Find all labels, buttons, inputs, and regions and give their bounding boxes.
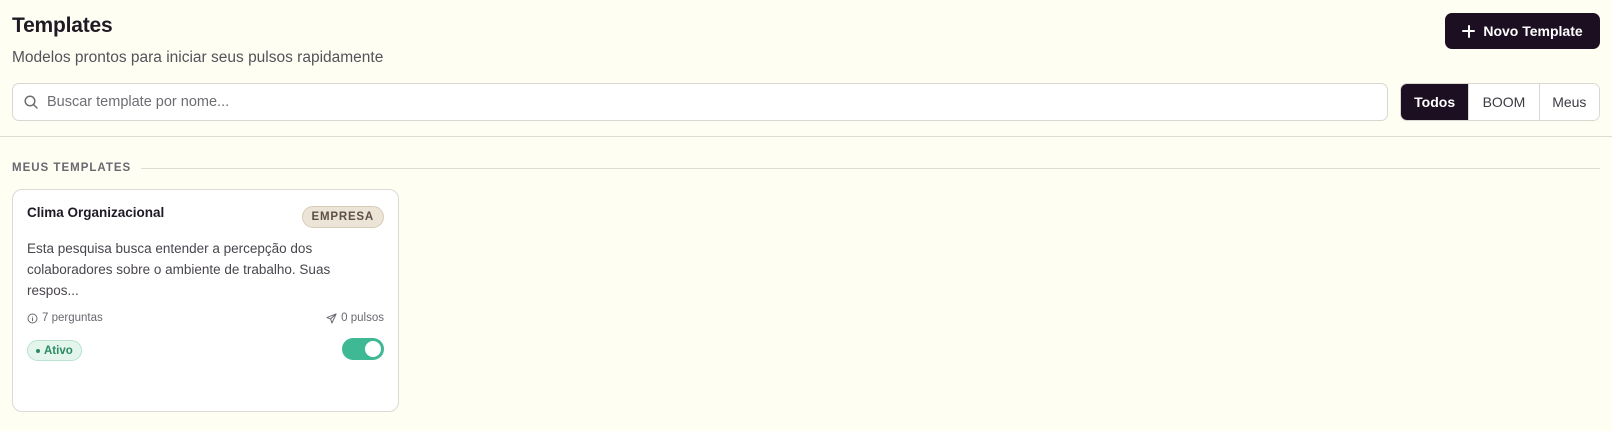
section-title: MEUS TEMPLATES <box>12 162 132 174</box>
new-template-button-label: Novo Template <box>1483 23 1583 39</box>
questions-count-label: 7 perguntas <box>42 312 103 324</box>
template-type-badge: EMPRESA <box>301 206 384 228</box>
toolbar: Todos BOOM Meus <box>12 83 1600 121</box>
filter-segmented-control: Todos BOOM Meus <box>1400 83 1600 121</box>
status-badge: Ativo <box>27 340 82 361</box>
page-subtitle: Modelos prontos para iniciar seus pulsos… <box>12 49 384 66</box>
pulses-count: 0 pulsos <box>326 312 384 324</box>
questions-count: 7 perguntas <box>27 312 103 324</box>
filter-meus-button[interactable]: Meus <box>1538 84 1599 120</box>
search-input[interactable] <box>47 94 1387 110</box>
header-divider <box>0 136 1612 137</box>
search-icon <box>24 95 38 109</box>
info-circle-icon <box>27 313 38 323</box>
filter-boom-button[interactable]: BOOM <box>1468 84 1539 120</box>
page-title: Templates <box>12 14 113 37</box>
section-divider <box>141 167 1600 169</box>
template-card-title: Clima Organizacional <box>27 205 165 220</box>
toggle-knob <box>365 341 381 357</box>
section-header: MEUS TEMPLATES <box>12 161 1600 175</box>
new-template-button[interactable]: Novo Template <box>1445 13 1600 49</box>
pulses-count-label: 0 pulsos <box>341 312 384 324</box>
send-icon <box>326 312 337 324</box>
template-active-toggle[interactable] <box>342 338 384 360</box>
status-badge-label: Ativo <box>44 344 73 357</box>
status-dot <box>36 348 40 353</box>
page-header: Templates Modelos prontos para iniciar s… <box>12 13 1600 73</box>
template-card-description: Esta pesquisa busca entender a percepção… <box>27 241 331 298</box>
template-card[interactable]: Clima Organizacional EMPRESA Esta pesqui… <box>12 189 399 412</box>
templates-page: Templates Modelos prontos para iniciar s… <box>0 0 1612 431</box>
search-box[interactable] <box>12 83 1388 121</box>
plus-icon <box>1462 24 1476 38</box>
filter-todos-button[interactable]: Todos <box>1401 84 1469 120</box>
template-card-meta: 7 perguntas 0 pulsos <box>27 312 384 328</box>
